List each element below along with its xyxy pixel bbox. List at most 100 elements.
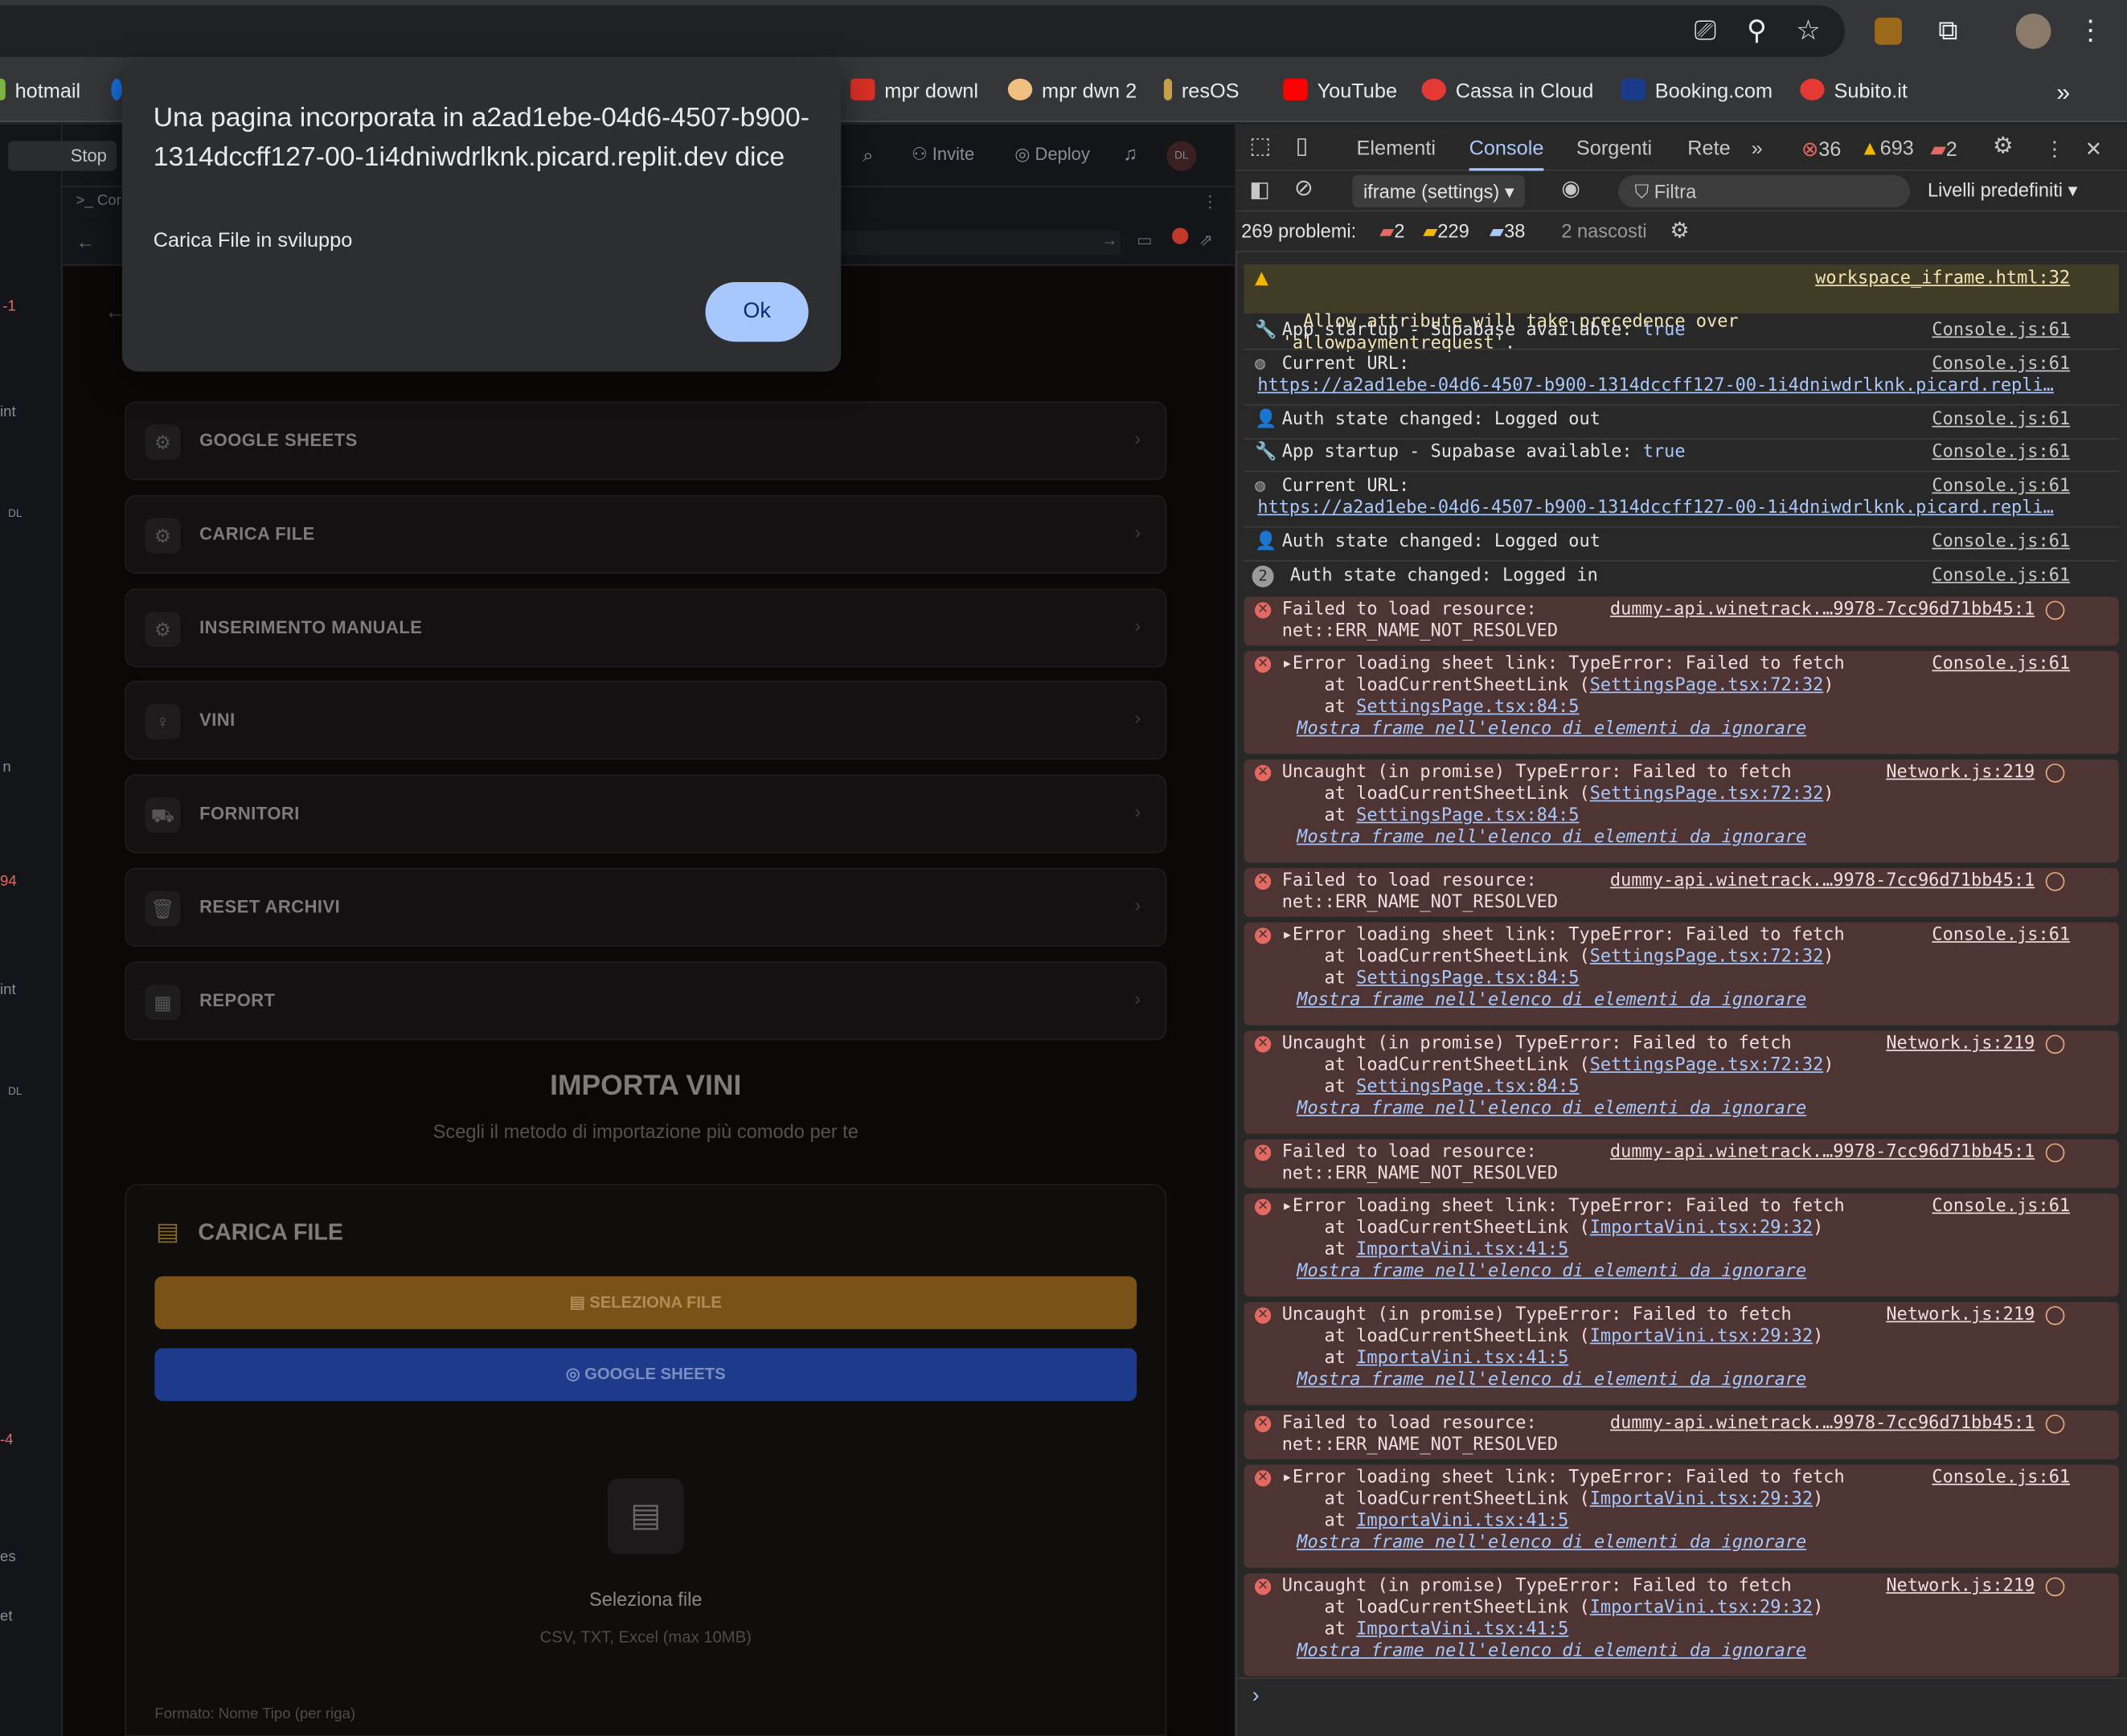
- console-log-row[interactable]: ◍ Current URL: https://a2ad1ebe-04d6-4507-…: [1244, 473, 2119, 528]
- source-link[interactable]: Console.js:61: [1932, 532, 2070, 552]
- source-link[interactable]: Console.js:61: [1932, 320, 2070, 340]
- tab-elementi[interactable]: Elementi: [1357, 137, 1436, 160]
- network-request-icon[interactable]: [2045, 1034, 2065, 1054]
- network-request-icon[interactable]: [2045, 1415, 2065, 1434]
- source-link[interactable]: dummy-api.winetrack.…9978-7cc96d71bb45:1: [1610, 1413, 2035, 1435]
- profile-avatar[interactable]: [2015, 13, 2051, 49]
- network-request-icon[interactable]: [2045, 600, 2065, 620]
- source-link[interactable]: Console.js:61: [1932, 442, 2070, 462]
- console-log-row[interactable]: 👤 Auth state changed: Logged out Console.j…: [1244, 529, 2119, 562]
- console-error[interactable]: ✕ Failed to load resource: net::ERR_NAME_N…: [1244, 868, 2119, 917]
- console-prompt[interactable]: ›: [1236, 1677, 2127, 1736]
- network-request-icon[interactable]: [2045, 872, 2065, 891]
- bookmark-resos[interactable]: resOS: [1163, 76, 1240, 109]
- bookmark-subito[interactable]: Subito.it: [1800, 76, 1908, 109]
- network-request-icon[interactable]: [2045, 1306, 2065, 1325]
- console-error[interactable]: ✕ ▸Error loading sheet link: TypeError: F…: [1244, 651, 2119, 755]
- console-error[interactable]: ✕ Uncaught (in promise) TypeError: Failed…: [1244, 1573, 2119, 1677]
- menu-item-fornitori[interactable]: ⛟ FORNITORI ›: [125, 774, 1167, 854]
- tab-console[interactable]: >_ Cor: [76, 193, 121, 209]
- menu-item-reset-archivi[interactable]: 🗑 RESET ARCHIVI ›: [125, 868, 1167, 947]
- console-log-row[interactable]: 🔧 App startup - Supabase available: true C…: [1244, 440, 2119, 473]
- expand-icon[interactable]: ▸: [1282, 653, 1293, 674]
- zoom-icon[interactable]: ⚲: [1739, 14, 1774, 49]
- bookmark-youtube[interactable]: YouTube: [1283, 76, 1397, 109]
- inspect-icon[interactable]: ⬚: [1249, 133, 1271, 160]
- menu-item-report[interactable]: ▦ REPORT ›: [125, 961, 1167, 1041]
- console-error[interactable]: ✕ Failed to load resource: net::ERR_NAME_N…: [1244, 596, 2119, 646]
- console-error[interactable]: ✕ ▸Error loading sheet link: TypeError: F…: [1244, 1464, 2119, 1568]
- bookmark-star-icon[interactable]: ☆: [1791, 14, 1826, 49]
- source-link[interactable]: Console.js:61: [1932, 1468, 2070, 1489]
- menu-dots-icon[interactable]: ⋮: [2073, 14, 2109, 49]
- problems-warnings[interactable]: ▰229: [1423, 219, 1469, 243]
- console-error[interactable]: ✕ ▸Error loading sheet link: TypeError: F…: [1244, 922, 2119, 1026]
- stop-button[interactable]: Stop: [8, 141, 117, 171]
- console-error[interactable]: ✕ Uncaught (in promise) TypeError: Failed…: [1244, 760, 2119, 863]
- install-app-icon[interactable]: ⎚: [1687, 14, 1723, 49]
- select-file-button[interactable]: ▤ SELEZIONA FILE: [154, 1275, 1137, 1329]
- context-select[interactable]: iframe (settings) ▾: [1352, 174, 1526, 208]
- back-icon[interactable]: ←: [76, 231, 96, 252]
- source-link[interactable]: Network.js:219: [1886, 762, 2035, 784]
- problems-info[interactable]: ▰38: [1490, 219, 1525, 243]
- close-icon[interactable]: ✕: [2085, 137, 2102, 162]
- expand-icon[interactable]: ▸: [1282, 1196, 1293, 1216]
- source-link[interactable]: Console.js:61: [1932, 354, 2070, 375]
- levels-select[interactable]: Livelli predefiniti ▾: [1928, 179, 2078, 203]
- bookmarks-overflow-icon[interactable]: »: [2056, 76, 2070, 109]
- extensions-puzzle-icon[interactable]: ⧉: [1930, 14, 1965, 49]
- tab-menu-icon[interactable]: ⋮: [1202, 193, 1218, 212]
- google-sheets-button[interactable]: ◎ GOOGLE SHEETS: [154, 1348, 1137, 1402]
- eye-icon[interactable]: ◉: [1561, 175, 1580, 203]
- gear-icon[interactable]: ⚙: [1993, 133, 2014, 160]
- source-link[interactable]: Console.js:61: [1932, 653, 2070, 675]
- clear-console-icon[interactable]: ⊘: [1294, 175, 1313, 203]
- network-request-icon[interactable]: [2045, 764, 2065, 783]
- source-link[interactable]: dummy-api.winetrack.…9978-7cc96d71bb45:1: [1610, 870, 2035, 892]
- console-log-row[interactable]: 2 Auth state changed: Logged in Console.js…: [1244, 563, 2118, 596]
- problems-errors[interactable]: ▰2: [1379, 219, 1404, 243]
- gear-icon[interactable]: ⚙: [1670, 217, 1689, 244]
- bookmark-mpr-dwn-2[interactable]: mpr dwn 2: [1007, 76, 1137, 109]
- bookmark-booking[interactable]: Booking.com: [1621, 76, 1772, 109]
- warnings-count[interactable]: ▲693: [1860, 137, 1914, 160]
- menu-item-carica-file[interactable]: ⚙ CARICA FILE ›: [125, 494, 1167, 574]
- go-icon[interactable]: →: [1101, 231, 1117, 250]
- extension-icon[interactable]: [1875, 17, 1902, 45]
- source-link[interactable]: Network.js:219: [1886, 1576, 2035, 1598]
- console-error[interactable]: ✕ Failed to load resource: net::ERR_NAME_N…: [1244, 1410, 2119, 1460]
- network-request-icon[interactable]: [2045, 1577, 2065, 1597]
- bookmark-hotmail[interactable]: hotmail: [0, 76, 80, 109]
- menu-item-vini[interactable]: ♀ VINI ›: [125, 681, 1167, 760]
- source-link[interactable]: Console.js:61: [1932, 1196, 2070, 1218]
- source-link[interactable]: Network.js:219: [1886, 1034, 2035, 1055]
- sidebar-toggle-icon[interactable]: ◧: [1249, 176, 1270, 203]
- devtools-toggle-icon[interactable]: ▭: [1137, 231, 1152, 250]
- console-log-row[interactable]: 👤 Auth state changed: Logged out Console.j…: [1244, 407, 2119, 440]
- network-request-icon[interactable]: [2045, 1143, 2065, 1163]
- ok-button[interactable]: Ok: [705, 282, 809, 342]
- source-link[interactable]: Console.js:61: [1932, 410, 2070, 430]
- search-icon[interactable]: ⌕: [863, 144, 873, 167]
- errors-count[interactable]: ⊗36: [1801, 137, 1841, 162]
- document-icon[interactable]: ▤: [608, 1478, 684, 1554]
- more-tabs-icon[interactable]: »: [1752, 137, 1763, 160]
- tab-console[interactable]: Console: [1469, 137, 1544, 171]
- bookmark-mpr-downl[interactable]: mpr downl: [850, 76, 978, 109]
- open-new-tab-icon[interactable]: ⇗: [1199, 231, 1213, 250]
- console-log-row[interactable]: 🔧 App startup - Supabase available: true C…: [1244, 317, 2119, 350]
- menu-item-inserimento-manuale[interactable]: ⚙ INSERIMENTO MANUALE ›: [125, 588, 1167, 668]
- source-link[interactable]: Network.js:219: [1886, 1304, 2035, 1326]
- issues-count[interactable]: ▰2: [1930, 137, 1957, 162]
- bell-icon[interactable]: ♫: [1123, 142, 1137, 164]
- filter-input[interactable]: ⛉ Filtra: [1618, 174, 1910, 208]
- source-link[interactable]: workspace_iframe.html:32: [1815, 268, 2070, 290]
- expand-icon[interactable]: ▸: [1282, 925, 1293, 945]
- console-error[interactable]: ✕ Uncaught (in promise) TypeError: Failed…: [1244, 1030, 2119, 1134]
- invite-button[interactable]: ⚇ Invite: [912, 144, 974, 166]
- menu-item-google-sheets[interactable]: ⚙ GOOGLE SHEETS ›: [125, 401, 1167, 481]
- bookmark-cassa-in-cloud[interactable]: Cassa in Cloud: [1421, 76, 1593, 109]
- deploy-button[interactable]: ◎ Deploy: [1014, 144, 1090, 166]
- console-error[interactable]: ✕ ▸Error loading sheet link: TypeError: F…: [1244, 1194, 2119, 1297]
